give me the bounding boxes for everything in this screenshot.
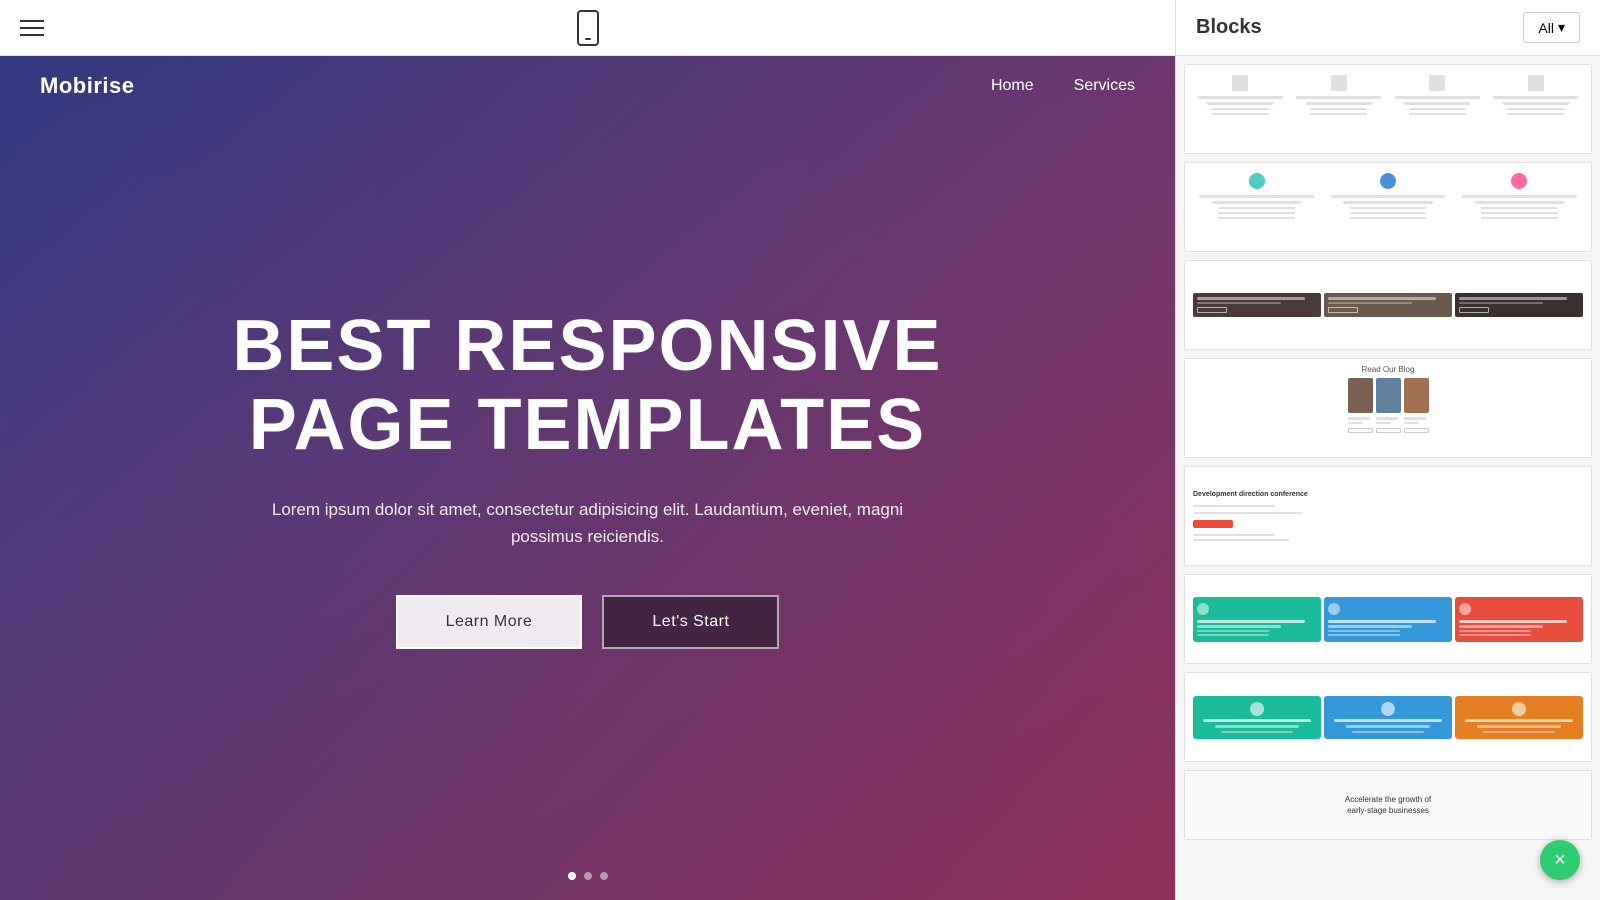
hero-buttons: Learn More Let's Start: [232, 595, 942, 649]
lets-start-button[interactable]: Let's Start: [602, 595, 779, 649]
block-preview-accelerate[interactable]: Accelerate the growth ofearly-stage busi…: [1184, 770, 1592, 840]
hero-content: BEST RESPONSIVE PAGE TEMPLATES Lorem ips…: [152, 307, 1022, 649]
block-preview-icon-services[interactable]: [1184, 672, 1592, 762]
hero-section: Mobirise Home Services BEST RESPONSIVE P…: [0, 56, 1175, 900]
block-preview-conference[interactable]: Development direction conference: [1184, 466, 1592, 566]
block-preview-photo-grid[interactable]: [1184, 260, 1592, 350]
accelerate-text-preview: Accelerate the growth ofearly-stage busi…: [1345, 794, 1431, 816]
top-bar: [0, 0, 1175, 56]
dot-3[interactable]: [600, 872, 608, 880]
nav-links: Home Services: [991, 77, 1135, 95]
blocks-list[interactable]: Read Our Blog: [1176, 56, 1600, 900]
all-filter-button[interactable]: All ▾: [1523, 12, 1580, 43]
hero-dots: [568, 872, 608, 880]
hero-nav: Mobirise Home Services: [0, 56, 1175, 116]
block-preview-services-circles[interactable]: [1184, 162, 1592, 252]
mobile-preview-icon[interactable]: [577, 10, 599, 46]
block-preview-colored-services[interactable]: [1184, 574, 1592, 664]
sidebar-header: Blocks All ▾: [1176, 0, 1600, 56]
close-button[interactable]: ×: [1540, 840, 1580, 880]
learn-more-button[interactable]: Learn More: [396, 595, 583, 649]
hamburger-menu[interactable]: [20, 20, 44, 36]
nav-home[interactable]: Home: [991, 77, 1034, 95]
sidebar-title: Blocks: [1196, 16, 1262, 39]
block-preview-blog[interactable]: Read Our Blog: [1184, 358, 1592, 458]
hero-subtitle: Lorem ipsum dolor sit amet, consectetur …: [237, 496, 937, 550]
nav-services[interactable]: Services: [1074, 77, 1135, 95]
dot-2[interactable]: [584, 872, 592, 880]
hero-title: BEST RESPONSIVE PAGE TEMPLATES: [232, 307, 942, 465]
dot-1[interactable]: [568, 872, 576, 880]
brand-logo: Mobirise: [40, 73, 134, 99]
blocks-sidebar: Blocks All ▾: [1175, 0, 1600, 900]
hero-title-line1: BEST RESPONSIVE: [232, 306, 942, 386]
hero-title-line2: PAGE TEMPLATES: [249, 385, 926, 465]
block-preview-services-icons[interactable]: [1184, 64, 1592, 154]
blog-title-preview: Read Our Blog: [1362, 365, 1415, 374]
